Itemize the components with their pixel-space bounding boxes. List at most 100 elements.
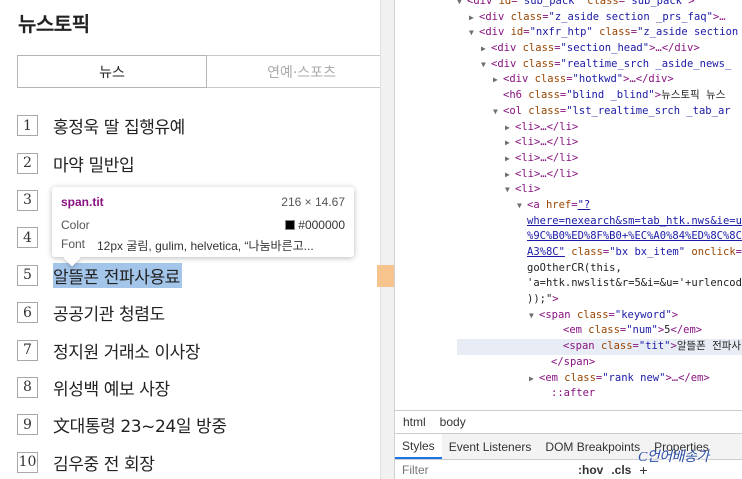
devtools-panel: ▼ <div id="sub_pack" class="sub_pack"> ▶ <d… [394,0,742,479]
dom-node[interactable]: <em class="num">5</em> [457,323,742,339]
styles-filter-input[interactable] [402,462,570,477]
dom-node[interactable]: </span> [457,355,742,371]
dom-node-text: ));"> [527,293,559,306]
rank-number: 1 [17,115,38,137]
dom-node-text: goOtherCR(this, [527,261,622,274]
page-title: 뉴스토픽 [18,12,90,36]
dom-node-selected[interactable]: <span class="tit">알뜰폰 전파사 [457,339,742,355]
collapse-triangle-icon[interactable]: ▼ [505,182,515,198]
dom-node[interactable]: 'a=htk.nwslist&r=5&i=&u='+urlencod [457,276,742,292]
collapse-triangle-icon[interactable]: ▼ [457,0,467,10]
rank-keyword[interactable]: 위성백 예보 사장 [53,375,170,400]
dom-node[interactable]: A3%8C" class="bx bx_item" onclick= [457,245,742,261]
dom-node[interactable]: ▶ <div class="z_aside section _prs_faq">… [457,10,742,26]
rank-item[interactable]: 2 마약 밀반입 [17,144,377,181]
dom-node-text: %9C%B0%ED%8F%B0+%EC%A0%84%ED%8C%8C [527,230,742,243]
dom-node[interactable]: ▶ <div class="hotkwd">…</div> [457,72,742,88]
tooltip-selector: span.tit [61,195,104,209]
tab-entertainment-sports[interactable]: 연예·스포츠 [207,55,380,88]
tooltip-font-label: Font [61,237,86,251]
dom-node-text: <div class="hotkwd">…</div> [503,73,674,86]
rank-item[interactable]: 7 정지원 거래소 이사장 [17,331,377,368]
collapse-triangle-icon[interactable]: ▼ [517,198,527,214]
dom-node-text: <em class="rank new">…</em> [539,371,710,384]
dom-node[interactable]: ▼ <ol class="lst_realtime_srch _tab_ar [457,104,742,120]
rank-keyword-inspected[interactable]: 알뜰폰 전파사용료 [53,262,182,288]
dom-node[interactable]: ▼ <div id="sub_pack" class="sub_pack"> [457,0,742,10]
tooltip-color-value: #000000 [285,218,345,232]
expand-triangle-icon[interactable]: ▶ [469,10,479,26]
rank-number: 6 [17,302,38,324]
expand-triangle-icon[interactable]: ▶ [505,120,515,136]
rank-item[interactable]: 8 위성백 예보 사장 [17,369,377,406]
dom-node[interactable]: ▼ <a href="? [457,198,742,214]
dom-node-text: A3%8C" class="bx bx_item" onclick= [527,246,742,258]
dom-node-text: ::after [551,387,596,400]
dom-node[interactable]: <h6 class="blind _blind">뉴스토픽 뉴스 [457,88,742,104]
rank-item[interactable]: 9 文대통령 23~24일 방중 [17,406,377,443]
dom-tree: ▼ <div id="sub_pack" class="sub_pack"> ▶ <d… [457,0,742,402]
dom-node[interactable]: ▶ <em class="rank new">…</em> [457,371,742,387]
expand-triangle-icon[interactable]: ▶ [505,151,515,167]
collapse-triangle-icon[interactable]: ▼ [481,57,491,73]
tab-news[interactable]: 뉴스 [17,55,208,88]
dom-node[interactable]: ▼ <span class="keyword"> [457,308,742,324]
dom-node[interactable]: goOtherCR(this, [457,261,742,277]
rank-item[interactable]: 10 김우중 전 회장 [17,444,377,479]
rank-item[interactable]: 1 홍정욱 딸 집행유예 [17,107,377,144]
rank-number: 5 [17,264,38,286]
dom-node-text: <a href="? [527,198,591,211]
tab-styles[interactable]: Styles [395,434,442,459]
panel-splitter[interactable] [380,0,394,479]
dom-node-text: <span class="keyword"> [539,308,679,321]
rank-keyword[interactable]: 김우중 전 회장 [53,450,155,475]
collapse-triangle-icon[interactable]: ▼ [529,308,539,324]
rank-number: 2 [17,152,38,174]
dom-node-text: where=nexearch&sm=tab_htk.nws&ie=u [527,214,742,227]
dom-node-text: <li>…</li> [515,167,579,180]
rank-keyword[interactable]: 공공기관 청렴도 [53,300,165,325]
rank-number: 10 [17,451,38,473]
rank-item[interactable]: 6 공공기관 청렴도 [17,294,377,331]
rank-keyword[interactable]: 文대통령 23~24일 방중 [53,412,227,437]
tab-event-listeners[interactable]: Event Listeners [442,434,539,459]
dom-node-text: <div id="nxfr_htp" class="z_aside sectio… [479,26,739,39]
expand-triangle-icon[interactable]: ▶ [505,167,515,183]
rank-number: 9 [17,414,38,436]
dom-node[interactable]: ▼ <div class="realtime_srch _aside_news_ [457,57,742,73]
dom-node-text: <div class="section_head">…</div> [491,42,700,55]
dom-node-text: <div class="realtime_srch _aside_news_ [491,57,732,70]
dom-node[interactable]: ▼ <div id="nxfr_htp" class="z_aside secti… [457,25,742,41]
expand-triangle-icon[interactable]: ▶ [481,41,491,57]
expand-triangle-icon[interactable]: ▶ [493,72,503,88]
dom-node-text: <div class="z_aside section _prs_faq">… [479,10,726,23]
watermark: C언어배송가 [638,450,709,465]
dom-node[interactable]: ));"> [457,292,742,308]
rank-keyword[interactable]: 정지원 거래소 이사장 [53,338,201,363]
breadcrumb-html[interactable]: html [403,415,426,429]
dom-node[interactable]: ▶ <div class="section_head">…</div> [457,41,742,57]
expand-triangle-icon[interactable]: ▶ [529,371,539,387]
dom-node[interactable]: where=nexearch&sm=tab_htk.nws&ie=u [457,214,742,230]
color-swatch-icon [285,220,296,230]
dom-node[interactable]: ▶ <li>…</li> [457,135,742,151]
collapse-triangle-icon[interactable]: ▼ [469,25,479,41]
dom-node[interactable]: ::after [457,386,742,402]
dom-node[interactable]: ▼ <li> [457,182,742,198]
dom-node-text: <h6 class="blind _blind">뉴스토픽 뉴스 [503,89,726,102]
rank-keyword[interactable]: 마약 밀반입 [53,151,135,176]
dom-node-text: </span> [551,355,596,368]
dom-node-text: <li>…</li> [515,120,579,133]
expand-triangle-icon[interactable]: ▶ [505,135,515,151]
cls-toggle-button[interactable]: .cls [611,463,631,477]
rank-keyword[interactable]: 홍정욱 딸 집행유예 [53,113,185,138]
dom-node[interactable]: ▶ <li>…</li> [457,167,742,183]
tab-dom-breakpoints[interactable]: DOM Breakpoints [538,434,647,459]
dom-node-text: <li>…</li> [515,151,579,164]
collapse-triangle-icon[interactable]: ▼ [493,104,503,120]
dom-node[interactable]: %9C%B0%ED%8F%B0+%EC%A0%84%ED%8C%8C [457,229,742,245]
dom-node[interactable]: ▶ <li>…</li> [457,120,742,136]
dom-node[interactable]: ▶ <li>…</li> [457,151,742,167]
breadcrumb-body[interactable]: body [440,415,466,429]
hov-toggle-button[interactable]: :hov [578,463,603,477]
